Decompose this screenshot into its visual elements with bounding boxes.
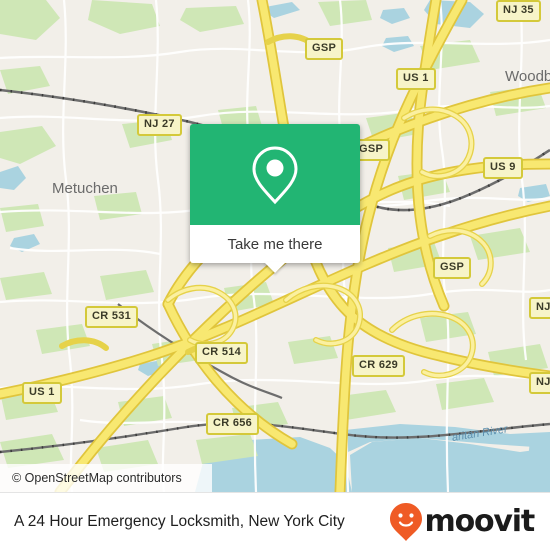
popup-pointer-tail xyxy=(264,262,286,273)
road-shield-nj-right-lower[interactable]: NJ xyxy=(529,372,550,394)
road-shield-nj-right-upper[interactable]: NJ xyxy=(529,297,550,319)
map-pin-icon xyxy=(252,145,298,204)
place-label-woodbridge: Woodbr xyxy=(505,68,550,85)
road-shield-cr-514[interactable]: CR 514 xyxy=(195,342,249,364)
road-shield-gsp-north[interactable]: GSP xyxy=(305,38,344,60)
map-page: Metuchen Woodbr aritan River NJ 35 GSP U… xyxy=(0,0,550,550)
road-shield-us-1-south[interactable]: US 1 xyxy=(22,382,62,404)
footer-bar: A 24 Hour Emergency Locksmith, New York … xyxy=(0,492,550,550)
road-shield-cr-531[interactable]: CR 531 xyxy=(85,306,139,328)
popup-header xyxy=(190,124,360,225)
road-shield-us-9[interactable]: US 9 xyxy=(483,157,523,179)
map-canvas[interactable]: Metuchen Woodbr aritan River NJ 35 GSP U… xyxy=(0,0,550,492)
road-shield-cr-656[interactable]: CR 656 xyxy=(206,413,260,435)
page-title: A 24 Hour Emergency Locksmith, New York … xyxy=(14,512,345,530)
moovit-smiley-pin-icon xyxy=(389,502,422,541)
map-attribution[interactable]: © OpenStreetMap contributors xyxy=(0,464,212,492)
road-shield-cr-629[interactable]: CR 629 xyxy=(352,355,406,377)
road-shield-nj-27[interactable]: NJ 27 xyxy=(137,114,182,136)
road-shield-us-1-north[interactable]: US 1 xyxy=(396,68,436,90)
take-me-there-popup[interactable]: Take me there xyxy=(190,124,360,273)
place-label-metuchen: Metuchen xyxy=(52,180,118,197)
popup-action-label: Take me there xyxy=(227,235,323,253)
moovit-logo[interactable]: moovit xyxy=(389,502,536,542)
road-shield-gsp-south[interactable]: GSP xyxy=(433,257,472,279)
road-shield-nj-35-north[interactable]: NJ 35 xyxy=(496,0,541,22)
moovit-wordmark: moovit xyxy=(424,503,536,539)
popup-action-button[interactable]: Take me there xyxy=(190,225,360,263)
attribution-text: © OpenStreetMap contributors xyxy=(12,471,182,485)
